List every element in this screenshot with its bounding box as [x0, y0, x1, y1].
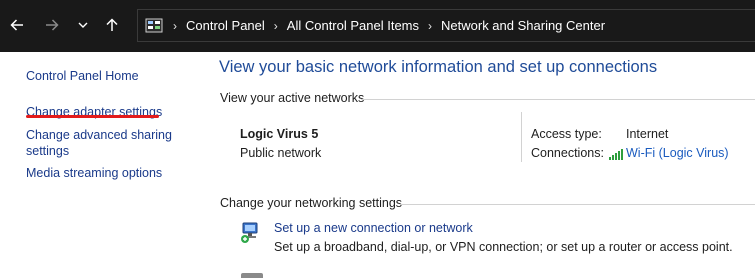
breadcrumb-separator: ›	[273, 18, 278, 33]
task-pane: Control Panel Home Change adapter settin…	[0, 52, 205, 278]
divider	[361, 99, 755, 100]
change-settings-heading: Change your networking settings	[220, 196, 403, 210]
breadcrumb-all-items[interactable]: All Control Panel Items	[287, 18, 419, 33]
annotation-underline	[26, 115, 159, 118]
wifi-connection-link[interactable]: Wi-Fi (Logic Virus)	[626, 146, 729, 160]
media-streaming-link[interactable]: Media streaming options	[26, 165, 196, 181]
arrow-left-icon	[10, 19, 23, 31]
change-advanced-sharing-link[interactable]: Change advanced sharing settings	[26, 127, 176, 159]
divider	[400, 204, 755, 205]
setup-description: Set up a broadband, dial-up, or VPN conn…	[274, 240, 733, 254]
arrow-up-icon	[106, 18, 118, 31]
access-type-value: Internet	[626, 127, 669, 141]
connections-label: Connections:	[531, 146, 604, 160]
breadcrumb-network-sharing[interactable]: Network and Sharing Center	[441, 18, 605, 33]
back-button[interactable]	[7, 13, 27, 37]
wifi-signal-icon	[609, 149, 623, 160]
forward-button[interactable]	[42, 13, 62, 37]
chevron-down-icon	[78, 22, 88, 28]
arrow-right-icon	[46, 19, 59, 31]
breadcrumb-separator: ›	[173, 18, 177, 33]
active-networks-heading: View your active networks	[220, 91, 365, 105]
up-button[interactable]	[102, 13, 122, 37]
address-toolbar: › Control Panel › All Control Panel Item…	[0, 0, 755, 52]
control-panel-home-link[interactable]: Control Panel Home	[26, 68, 196, 84]
page-title: View your basic network information and …	[219, 58, 658, 76]
access-type-label: Access type:	[531, 127, 602, 141]
breadcrumb-separator: ›	[428, 18, 433, 33]
network-name: Logic Virus 5	[240, 127, 319, 141]
setup-new-connection-link[interactable]: Set up a new connection or network	[274, 221, 473, 235]
address-bar[interactable]: › Control Panel › All Control Panel Item…	[137, 9, 755, 42]
recent-locations-button[interactable]	[73, 13, 93, 37]
divider	[521, 112, 522, 162]
breadcrumb-control-panel[interactable]: Control Panel	[186, 18, 265, 33]
control-panel-icon	[145, 18, 163, 32]
network-setup-icon	[241, 222, 258, 243]
network-category-link[interactable]: Public network	[240, 146, 321, 160]
troubleshoot-icon	[241, 273, 263, 278]
